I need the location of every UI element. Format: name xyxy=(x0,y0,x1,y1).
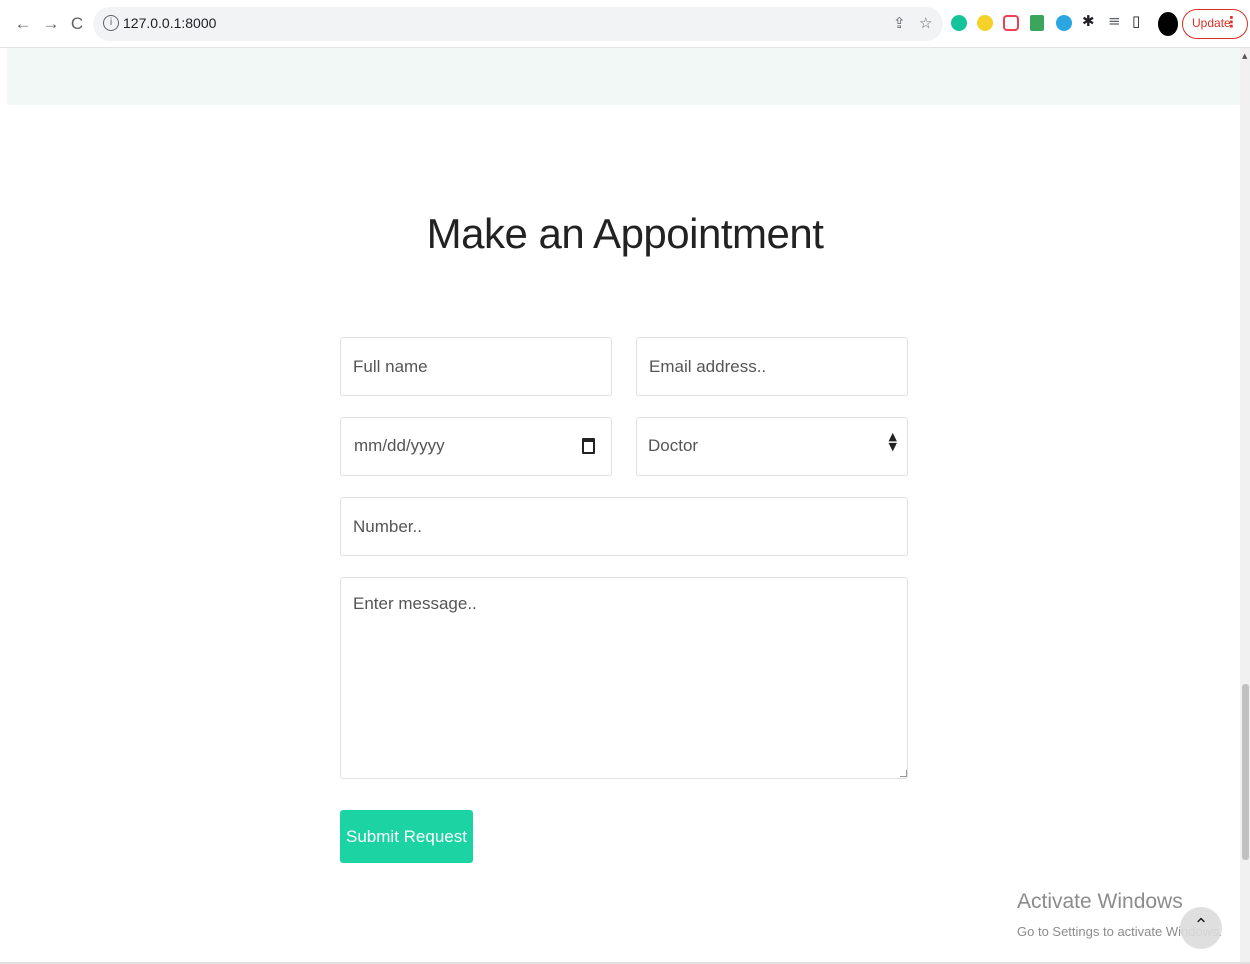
email-input[interactable] xyxy=(636,337,908,396)
forward-arrow-icon[interactable]: → xyxy=(40,13,62,35)
submit-request-button[interactable]: Submit Request xyxy=(340,810,473,863)
extensions-puzzle-icon[interactable]: ✱ xyxy=(1082,12,1095,30)
select-arrows-icon: ▲ ▼ xyxy=(888,430,897,453)
grammarly-extension-icon[interactable] xyxy=(951,15,967,31)
message-textarea[interactable] xyxy=(340,577,908,779)
activate-windows-title: Activate Windows xyxy=(1017,890,1183,913)
scrollbar-thumb[interactable] xyxy=(1242,684,1249,860)
browser-toolbar: ← → C i 127.0.0.1:8000 ⇪ ☆ ✱ ≡ ▯ Update … xyxy=(0,0,1250,48)
pocket-extension-icon[interactable] xyxy=(1003,15,1019,31)
yellow-extension-icon[interactable] xyxy=(977,15,993,31)
side-panel-icon[interactable]: ▯ xyxy=(1132,12,1140,30)
full-name-input[interactable] xyxy=(340,337,612,396)
back-to-top-button[interactable]: ⌃ xyxy=(1180,907,1222,949)
number-input[interactable] xyxy=(340,497,908,556)
date-input[interactable]: mm/dd/yyyy xyxy=(340,417,612,476)
share-icon[interactable]: ⇪ xyxy=(893,14,906,32)
page-title: Make an Appointment xyxy=(426,210,824,257)
chevron-up-icon: ⌃ xyxy=(1193,915,1209,936)
scroll-up-arrow-icon[interactable]: ▲ xyxy=(1242,52,1247,60)
bookmark-star-icon[interactable]: ☆ xyxy=(919,14,932,32)
doctor-select[interactable]: Doctor ▲ ▼ xyxy=(636,417,908,476)
menu-kebab-icon[interactable]: ⋮ xyxy=(1224,13,1239,31)
reading-list-icon[interactable]: ≡ xyxy=(1108,12,1121,30)
url-text[interactable]: 127.0.0.1:8000 xyxy=(123,15,216,31)
profile-avatar[interactable] xyxy=(1158,12,1178,36)
doctor-selected-value: Doctor xyxy=(648,436,699,455)
reload-icon[interactable]: C xyxy=(66,13,88,35)
update-button[interactable]: Update ⋮ xyxy=(1182,9,1248,39)
green-extension-icon[interactable] xyxy=(1030,15,1044,31)
site-info-icon[interactable]: i xyxy=(103,15,119,31)
address-bar[interactable]: i 127.0.0.1:8000 ⇪ ☆ xyxy=(93,7,943,41)
blue-extension-icon[interactable] xyxy=(1056,15,1072,31)
calendar-icon[interactable] xyxy=(582,438,595,454)
date-placeholder: mm/dd/yyyy xyxy=(354,436,445,455)
back-arrow-icon[interactable]: ← xyxy=(12,13,34,35)
resize-handle-icon[interactable] xyxy=(900,770,907,777)
header-band xyxy=(7,48,1240,105)
